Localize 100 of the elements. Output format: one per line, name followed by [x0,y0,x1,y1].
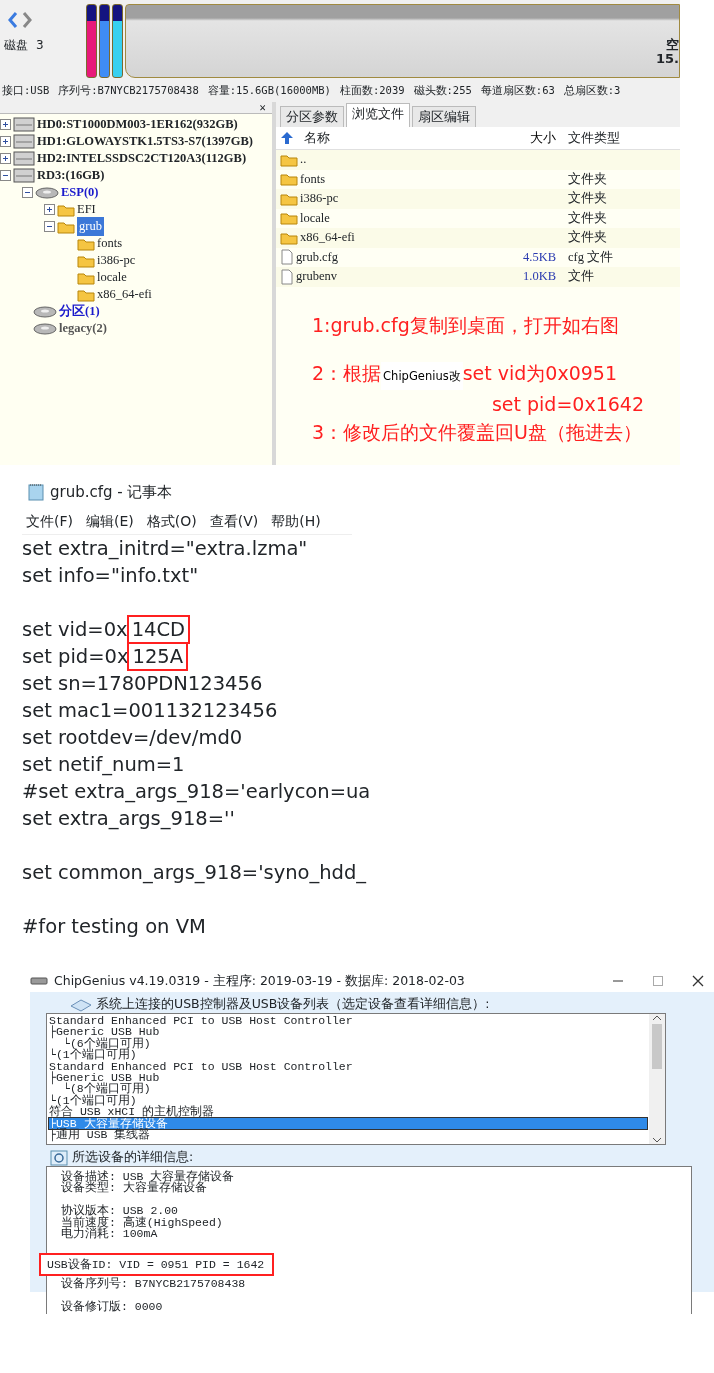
file-name[interactable]: grubenv [296,267,337,287]
menu-item[interactable]: 编辑(E) [86,511,134,532]
free-space-label: 空 [666,37,679,52]
code-line: set sn=1780PDN123456 [22,672,263,695]
scroll-thumb[interactable] [652,1024,662,1069]
disk-info-text: 磁头数:255 [413,83,472,99]
folder-icon [280,191,298,206]
hard-drive-icon [13,151,35,166]
tree-item[interactable]: HD0:ST1000DM003-1ER162(932GB) [37,115,238,134]
code-line: #for testing on VM [22,915,206,938]
details-icon [50,1149,68,1166]
code-line: set extra_initrd="extra.lzma" [22,537,308,560]
folder-icon [77,236,95,251]
device-item[interactable]: └(8个端口可用) [49,1083,647,1095]
detail-text: 电力消耗: 100mA [60,1228,158,1240]
annotation-text: set vid为0x0951 [462,360,618,386]
menu-item[interactable]: 帮助(H) [271,511,321,532]
usb-drive-icon [30,976,48,986]
folder-icon [280,230,298,245]
up-arrow-icon[interactable] [280,131,294,145]
hard-drive-icon [13,117,35,132]
file-name[interactable]: x86_64-efi [300,228,355,248]
expand-icon[interactable] [0,136,11,147]
annotation-text: 3：修改后的文件覆盖回U盘（拖进去） [312,419,642,445]
tab[interactable]: 浏览文件 [346,103,410,127]
partition-bar[interactable] [112,4,123,78]
column-header[interactable]: 文件类型 [564,128,620,148]
collapse-icon[interactable] [44,221,55,232]
collapse-icon[interactable] [0,170,11,181]
hard-drive-icon [13,134,35,149]
file-type: 文件夹 [568,191,607,206]
folder-icon [77,270,95,285]
device-item[interactable]: Standard Enhanced PCI to USB Host Controller [49,1015,647,1027]
expand-icon[interactable] [0,119,11,130]
folder-icon [280,172,298,187]
file-name[interactable]: locale [300,208,330,228]
disk-icon [35,186,59,199]
disk-info-text: 柱面数:2039 [339,83,405,99]
menu-item[interactable]: 文件(F) [26,511,73,532]
detail-text: 当前速度: 高速(HighSpeed) [60,1216,224,1228]
column-header[interactable]: 大小 [476,128,564,148]
window-title: grub.cfg - 记事本 [50,481,173,503]
column-header[interactable]: 名称 [304,128,330,148]
tab[interactable]: 扇区编辑 [412,106,476,127]
folder-icon [77,287,95,302]
highlighted-value: 125A [128,643,188,670]
expand-icon[interactable] [44,204,55,215]
device-item[interactable]: └(1个端口可用) [49,1049,647,1061]
file-name[interactable]: i386-pc [300,189,339,209]
tree-item[interactable]: HD1:GLOWAYSTK1.5TS3-S7(1397GB) [37,132,253,151]
tree-item[interactable]: ESP(0) [61,183,99,202]
free-space-bar[interactable]: 空 15. [125,4,680,78]
tree-item[interactable]: 分区(1) [59,302,100,321]
file-name[interactable]: .. [300,150,307,170]
highlighted-detail: USB设备ID: VID = 0951 PID = 1642 [39,1252,275,1277]
code-line: set pid=0x [22,644,129,670]
close-button[interactable]: × [259,101,272,114]
folder-icon [77,253,95,268]
device-item[interactable]: └(6个端口可用) [49,1037,647,1050]
detail-text: 设备修订版: 0000 [60,1301,164,1313]
file-size: 1.0KB [523,269,556,284]
tree-item[interactable]: EFI [77,200,96,219]
section-label: 系统上连接的USB控制器及USB设备列表（选定设备查看详细信息）: [96,995,490,1014]
scroll-down-icon[interactable] [652,1136,662,1144]
menu-item[interactable]: 格式(O) [146,511,197,532]
collapse-icon[interactable] [22,187,33,198]
tree-item[interactable]: RD3:(16GB) [37,166,105,185]
annotation-text: 2：根据 [312,360,382,386]
tree-item[interactable]: i386-pc [97,251,136,270]
menu-item[interactable]: 查看(V) [209,511,259,532]
file-icon [280,249,294,266]
tree-item[interactable]: grub [77,217,104,236]
device-item[interactable]: ├Generic USB Hub [49,1026,647,1038]
highlighted-value: 14CD [127,616,190,643]
hard-drive-icon [13,168,35,183]
code-line: set vid=0x [22,617,128,643]
close-icon[interactable] [692,975,704,987]
tree-item[interactable]: legacy(2) [59,319,107,338]
window-title: ChipGenius v4.19.0319 - 主程序: 2019-03-19 - 数据库: 2018-02-03 [54,971,465,990]
file-name[interactable]: grub.cfg [296,247,338,267]
tree-item[interactable]: HD2:INTELSSDSC2CT120A3(112GB) [37,149,247,168]
device-item[interactable]: ├USB 大容量存储设备 [49,1117,647,1130]
code-line: set info="info.txt" [22,564,199,587]
tab[interactable]: 分区参数 [280,106,344,127]
disk-info-text: 每道扇区数:63 [480,83,555,99]
code-line: set mac1=001132123456 [22,699,278,722]
device-item[interactable]: 符合 USB xHCI 的主机控制器 [49,1106,647,1118]
section-label: 所选设备的详细信息: [72,1148,194,1167]
device-item[interactable]: Standard Enhanced PCI to USB Host Controller [49,1060,647,1073]
file-name[interactable]: fonts [300,169,325,189]
tree-item[interactable]: x86_64-efi [97,285,152,304]
file-size: 4.5KB [523,249,556,264]
expand-icon[interactable] [0,153,11,164]
file-type: 文件夹 [568,230,607,245]
tree-item[interactable]: fonts [97,234,122,253]
partition-bar[interactable] [99,4,110,78]
scroll-up-icon[interactable] [652,1014,662,1022]
tree-item[interactable]: locale [97,268,127,287]
partition-bar[interactable] [86,4,97,78]
disk-label: 磁盘 [4,37,28,54]
